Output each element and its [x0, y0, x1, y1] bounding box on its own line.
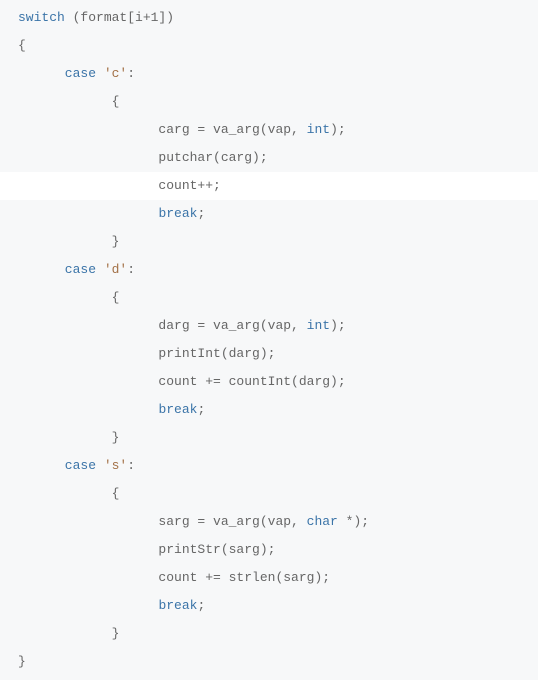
- code-line: putchar(carg);: [18, 144, 538, 172]
- brace-open: {: [18, 486, 119, 501]
- code-text: count += countInt(darg);: [18, 374, 346, 389]
- code-line: count += strlen(sarg);: [18, 564, 538, 592]
- code-line-highlighted: count++;: [0, 172, 538, 200]
- code-line: case 's':: [18, 452, 538, 480]
- code-line: case 'd':: [18, 256, 538, 284]
- code-line: }: [18, 228, 538, 256]
- code-line: sarg = va_arg(vap, char *);: [18, 508, 538, 536]
- indent: [18, 206, 158, 221]
- code-line: break;: [18, 396, 538, 424]
- colon: :: [127, 66, 135, 81]
- brace-open: {: [18, 94, 119, 109]
- keyword-break: break: [158, 598, 197, 613]
- code-text: (format[i+1]): [65, 10, 174, 25]
- brace-close: }: [18, 654, 26, 669]
- brace-close: }: [18, 626, 119, 641]
- code-line: break;: [18, 592, 538, 620]
- char-literal: 'd': [96, 262, 127, 277]
- code-line: }: [18, 620, 538, 648]
- code-text: printInt(darg);: [18, 346, 275, 361]
- code-text: sarg = va_arg(vap,: [18, 514, 307, 529]
- brace-open: {: [18, 38, 26, 53]
- keyword-switch: switch: [18, 10, 65, 25]
- brace-close: }: [18, 430, 119, 445]
- code-line: }: [18, 424, 538, 452]
- keyword-case: case: [18, 262, 96, 277]
- code-text: count += strlen(sarg);: [18, 570, 330, 585]
- code-text: darg = va_arg(vap,: [18, 318, 307, 333]
- indent: [18, 402, 158, 417]
- semicolon: ;: [197, 402, 205, 417]
- code-text: );: [330, 122, 346, 137]
- code-text: putchar(carg);: [18, 150, 268, 165]
- code-text: *);: [338, 514, 369, 529]
- semicolon: ;: [197, 206, 205, 221]
- code-line: printInt(darg);: [18, 340, 538, 368]
- code-line: switch (format[i+1]): [18, 4, 538, 32]
- code-line: {: [18, 88, 538, 116]
- code-line: {: [18, 32, 538, 60]
- keyword-break: break: [158, 206, 197, 221]
- keyword-char: char: [307, 514, 338, 529]
- colon: :: [127, 262, 135, 277]
- keyword-break: break: [158, 402, 197, 417]
- code-text: );: [330, 318, 346, 333]
- code-line: carg = va_arg(vap, int);: [18, 116, 538, 144]
- semicolon: ;: [197, 598, 205, 613]
- code-line: {: [18, 284, 538, 312]
- char-literal: 's': [96, 458, 127, 473]
- char-literal: 'c': [96, 66, 127, 81]
- code-block: switch (format[i+1]) { case 'c': { carg …: [0, 0, 538, 680]
- keyword-case: case: [18, 458, 96, 473]
- keyword-case: case: [18, 66, 96, 81]
- keyword-int: int: [307, 318, 330, 333]
- indent: [18, 598, 158, 613]
- code-line: }: [18, 648, 538, 676]
- code-line: {: [18, 480, 538, 508]
- code-line: printStr(sarg);: [18, 536, 538, 564]
- colon: :: [127, 458, 135, 473]
- code-line: count += countInt(darg);: [18, 368, 538, 396]
- brace-close: }: [18, 234, 119, 249]
- code-line: break;: [18, 200, 538, 228]
- code-line: case 'c':: [18, 60, 538, 88]
- code-text: carg = va_arg(vap,: [18, 122, 307, 137]
- brace-open: {: [18, 290, 119, 305]
- code-text: printStr(sarg);: [18, 542, 275, 557]
- code-text: count++;: [18, 178, 221, 193]
- keyword-int: int: [307, 122, 330, 137]
- code-line: darg = va_arg(vap, int);: [18, 312, 538, 340]
